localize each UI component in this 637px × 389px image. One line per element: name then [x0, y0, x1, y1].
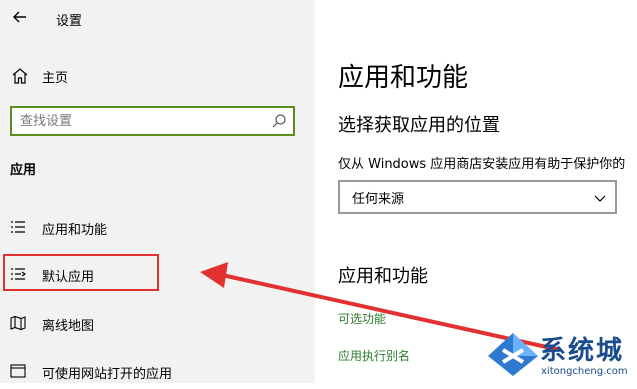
search-icon[interactable]: [271, 113, 287, 129]
optional-features-link[interactable]: 可选功能: [338, 310, 386, 327]
dropdown-value: 任何来源: [352, 192, 405, 207]
map-icon: [10, 315, 26, 331]
open-in-app-icon: [10, 363, 26, 379]
list-icon: [10, 219, 26, 235]
install-heading: 选择获取应用的位置: [338, 115, 500, 136]
home-label: 主页: [42, 71, 69, 86]
home-icon: [10, 66, 30, 86]
sidebar-item-label: 可使用网站打开的应用: [42, 367, 173, 382]
apps-features-heading: 应用和功能: [338, 266, 428, 287]
sidebar-item-offline-maps[interactable]: 离线地图: [0, 305, 315, 341]
sidebar-item-apps-for-websites[interactable]: 可使用网站打开的应用: [0, 353, 315, 389]
search-input[interactable]: [20, 112, 260, 130]
sidebar-item-label: 应用和功能: [42, 223, 108, 238]
search-box[interactable]: [10, 106, 295, 136]
page-title: 应用和功能: [338, 63, 469, 93]
highlight-box: [3, 254, 159, 291]
app-alias-link[interactable]: 应用执行别名: [338, 347, 410, 364]
source-dropdown[interactable]: 任何来源: [338, 180, 617, 214]
watermark-url: xitongcheng.com: [541, 366, 628, 377]
back-arrow-icon[interactable]: [8, 5, 32, 29]
sidebar-item-apps-features[interactable]: 应用和功能: [0, 209, 315, 245]
section-heading-apps: 应用: [10, 163, 37, 178]
window-title: 设置: [56, 14, 83, 29]
install-description: 仅从 Windows 应用商店安装应用有助于保护你的: [338, 157, 626, 172]
watermark-logo-icon: [483, 328, 543, 378]
sidebar-item-label: 离线地图: [42, 319, 95, 334]
chevron-down-icon: [593, 190, 607, 204]
watermark-brand: 系统城: [540, 336, 625, 366]
